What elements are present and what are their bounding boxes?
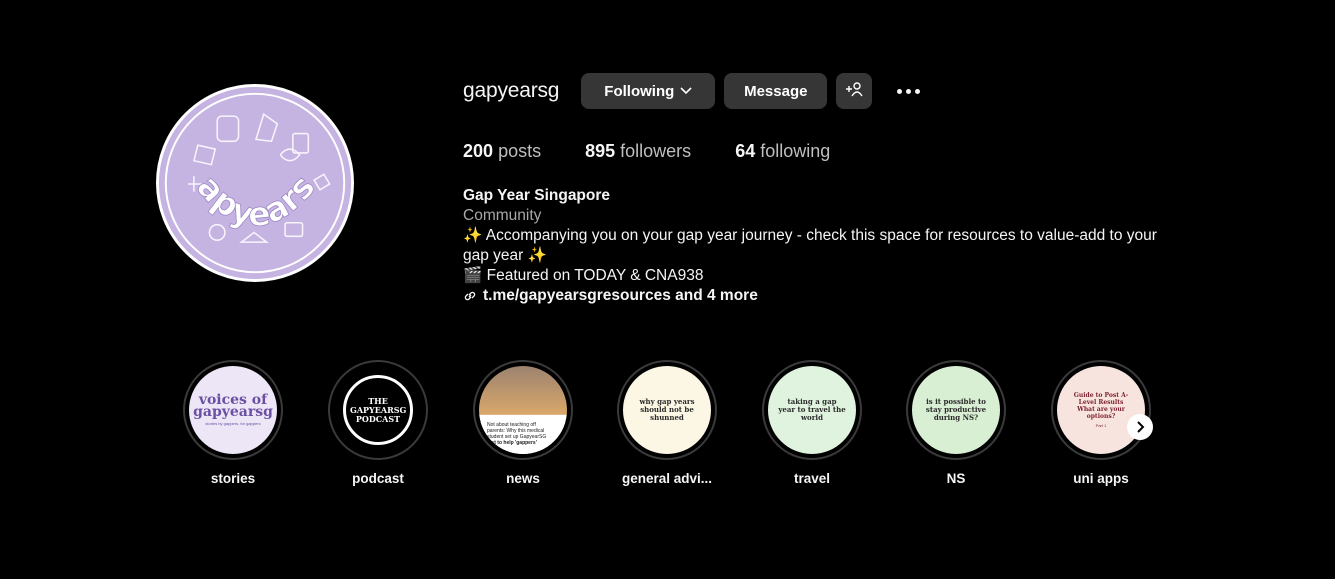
profile-stats: 200 posts 895 followers 64 following (463, 141, 874, 162)
following-stat[interactable]: 64 following (735, 141, 830, 162)
highlight-cover-title: THE GAPYEARSG PODCAST (350, 395, 407, 424)
highlight-stories[interactable]: voices of gapyearsg stories by gappers, … (183, 360, 283, 486)
posts-label: posts (498, 141, 542, 161)
add-person-button[interactable] (836, 73, 873, 109)
avatar-image: gapyearsg (159, 87, 351, 279)
highlight-cover-title: taking a gap year to travel the world (778, 397, 846, 422)
chevron-down-icon (680, 87, 692, 95)
followers-label: followers (620, 141, 692, 161)
add-person-icon (844, 81, 864, 101)
highlight-label: NS (946, 471, 966, 486)
highlight-label: news (506, 471, 540, 486)
username: gapyearsg (463, 79, 560, 102)
followers-stat[interactable]: 895 followers (585, 141, 691, 162)
more-icon[interactable] (893, 73, 923, 109)
highlight-cover: is it possible to stay productive during… (912, 366, 1000, 454)
profile-category: Community (463, 207, 542, 224)
highlight-label: uni apps (1073, 471, 1129, 486)
highlight-cover: taking a gap year to travel the world (768, 366, 856, 454)
highlight-cover-title: is it possible to stay productive during… (925, 397, 987, 422)
profile-header: gapyearsg Following Message (463, 73, 923, 109)
highlight-cover: why gap years should not be shunned (623, 366, 711, 454)
highlight-cover-line: just to help 'gappers' (487, 440, 537, 446)
highlight-label: general advi... (621, 471, 713, 486)
highlight-ns[interactable]: is it possible to stay productive during… (906, 360, 1006, 486)
highlight-label: travel (793, 471, 831, 486)
message-button[interactable]: Message (724, 73, 828, 109)
message-label: Message (744, 82, 808, 100)
highlight-label: stories (210, 471, 256, 486)
highlight-podcast[interactable]: THE GAPYEARSG PODCAST podcast (328, 360, 428, 486)
following-label: Following (604, 82, 675, 100)
highlight-cover: Guide to Post A-Level Results What are y… (1057, 366, 1145, 454)
highlight-travel[interactable]: taking a gap year to travel the world tr… (762, 360, 862, 486)
bio-link[interactable]: t.me/gapyearsgresources and 4 more (463, 286, 1163, 306)
bio-link-text: t.me/gapyearsgresources and 4 more (483, 287, 758, 304)
link-icon (464, 291, 476, 301)
profile-avatar[interactable]: gapyearsg (156, 84, 354, 282)
highlight-cover-title: Guide to Post A-Level Results (1073, 392, 1129, 406)
highlight-cover: Not about teaching off parents: Why this… (479, 366, 567, 454)
highlight-news[interactable]: Not about teaching off parents: Why this… (473, 360, 573, 486)
highlight-cover-title: voices of gapyearsg (193, 392, 273, 420)
highlight-cover-subtitle: stories by gappers, for gappers (205, 421, 261, 426)
highlight-cover: THE GAPYEARSG PODCAST (334, 366, 422, 454)
bio-line: ✨ Accompanying you on your gap year jour… (463, 227, 1162, 264)
following-stat-label: following (760, 141, 831, 161)
posts-stat: 200 posts (463, 141, 541, 162)
chevron-right-icon (1137, 421, 1145, 433)
highlight-cover-title: why gap years should not be shunned (639, 397, 695, 422)
highlight-label: podcast (352, 471, 404, 486)
highlight-general-advice[interactable]: why gap years should not be shunned gene… (617, 360, 717, 486)
highlights-next-button[interactable] (1127, 414, 1153, 440)
followers-count: 895 (585, 141, 616, 161)
bio-line: 🎬 Featured on TODAY & CNA938 (463, 267, 704, 284)
posts-count: 200 (463, 141, 494, 161)
profile-name: Gap Year Singapore (463, 187, 611, 204)
highlight-cover-foot: Part 1 (1095, 423, 1107, 428)
following-count: 64 (735, 141, 756, 161)
following-button[interactable]: Following (581, 73, 716, 109)
highlight-cover: voices of gapyearsg stories by gappers, … (189, 366, 277, 454)
profile-bio: Gap Year Singapore Community ✨ Accompany… (463, 186, 1163, 306)
